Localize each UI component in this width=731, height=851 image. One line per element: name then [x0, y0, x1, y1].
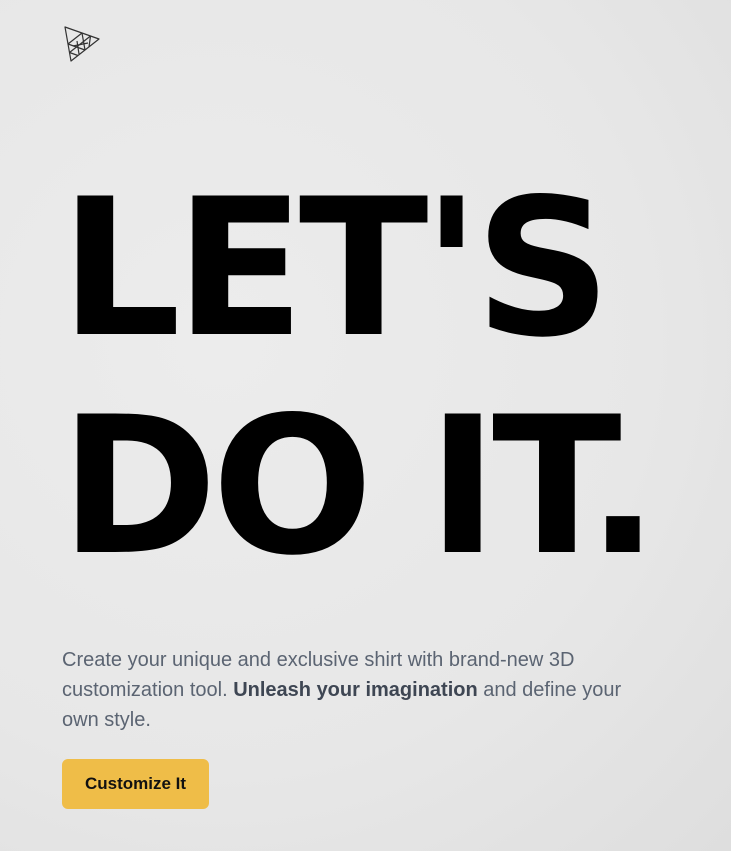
- headline-line-1: LET'S: [60, 158, 611, 379]
- description-highlight: Unleash your imagination: [233, 679, 478, 701]
- customize-it-button[interactable]: Customize It: [62, 759, 209, 809]
- headline-line-2: DO IT.: [60, 376, 659, 597]
- hero-headline: LET'S DO IT.: [60, 158, 659, 597]
- logo-icon: [63, 25, 101, 63]
- hero-description: Create your unique and exclusive shirt w…: [62, 645, 637, 735]
